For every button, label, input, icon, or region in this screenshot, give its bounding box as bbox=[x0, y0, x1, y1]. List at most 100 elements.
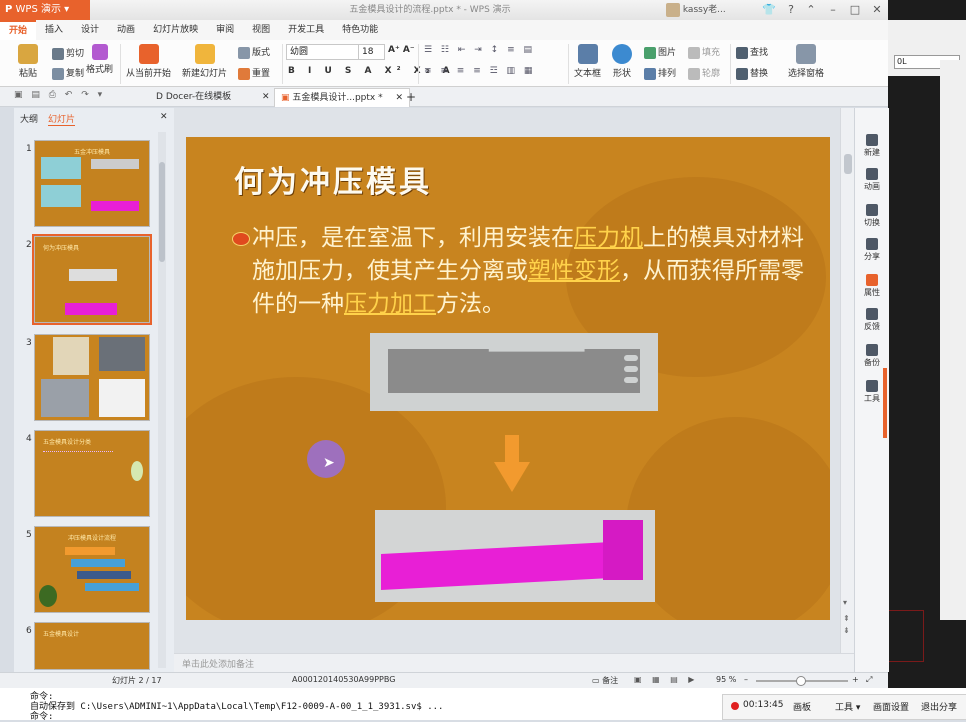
shape-button[interactable]: 形状 bbox=[612, 44, 632, 79]
fill-button[interactable]: 填充 bbox=[688, 45, 720, 59]
slide-thumbnail-5[interactable]: 冲压模具设计流程 bbox=[34, 526, 150, 613]
skin-icon[interactable]: 👕 bbox=[758, 0, 780, 20]
replace-button[interactable]: 替换 bbox=[736, 66, 768, 80]
list-buttons[interactable]: ☰ ☷ ⇤ ⇥ ↕ ≡ ▤ bbox=[424, 45, 535, 55]
zoom-out-button[interactable]: – bbox=[744, 675, 748, 684]
close-button[interactable]: ✕ bbox=[866, 0, 888, 20]
tools-button[interactable]: 工具 ▾ bbox=[835, 700, 860, 713]
animation-panel-button[interactable]: 动画 bbox=[855, 168, 889, 192]
tab-insert[interactable]: 插入 bbox=[36, 20, 72, 40]
down-arrow-icon bbox=[505, 435, 519, 463]
tab-animation[interactable]: 动画 bbox=[108, 20, 144, 40]
tab-review[interactable]: 审阅 bbox=[207, 20, 243, 40]
record-time: 00:13:45 bbox=[743, 700, 784, 710]
slide-thumbnail-4[interactable]: 五金模具设计分类 bbox=[34, 430, 150, 517]
layout-button[interactable]: 版式 bbox=[238, 45, 270, 59]
notes-placeholder: 单击此处添加备注 bbox=[182, 660, 255, 670]
slide-vertical-scrollbar[interactable]: ▾ ⇞ ⇟ bbox=[840, 108, 855, 653]
select-pane-icon bbox=[796, 44, 816, 64]
link-plastic-deformation[interactable]: 塑性变形 bbox=[528, 258, 620, 284]
transition-panel-button[interactable]: 切换 bbox=[855, 204, 889, 228]
share-panel-button[interactable]: 分享 bbox=[855, 238, 889, 262]
close-icon[interactable]: ✕ bbox=[262, 92, 270, 102]
transition-icon bbox=[866, 204, 878, 216]
link-press-working[interactable]: 压力加工 bbox=[344, 291, 436, 317]
tab-view[interactable]: 视图 bbox=[243, 20, 279, 40]
screen-settings-button[interactable]: 画面设置 bbox=[873, 700, 909, 713]
link-press-machine[interactable]: 压力机 bbox=[574, 225, 643, 251]
paste-button[interactable]: 粘贴 bbox=[18, 44, 38, 79]
view-mode-buttons[interactable]: ▣ ▦ ▤ ▶ bbox=[634, 675, 698, 684]
slide[interactable]: 何为冲压模具 冲压，是在室温下，利用安装在压力机上的模具对材料施加压力，使其产生… bbox=[186, 137, 830, 620]
slide-thumbnail-6[interactable]: 五金模具设计 bbox=[34, 622, 150, 670]
tab-developer[interactable]: 开发工具 bbox=[279, 20, 333, 40]
chevron-down-icon: ▾ bbox=[64, 4, 70, 15]
textbox-icon bbox=[577, 44, 598, 64]
user-account[interactable]: kassy老... bbox=[666, 2, 726, 18]
formed-part-flange bbox=[603, 520, 643, 580]
quick-access-toolbar[interactable]: ▣ ▤ ⎙ ↶ ↷ ▾ bbox=[14, 90, 105, 100]
document-title: 五金模具设计的流程.pptx * - WPS 演示 bbox=[349, 5, 511, 15]
slide-thumbnail-1[interactable]: 五金冲压模具 bbox=[34, 140, 150, 227]
tab-home[interactable]: 开始 bbox=[0, 20, 37, 42]
font-size-select[interactable]: 18 bbox=[358, 44, 385, 60]
ribbon-toggle-icon[interactable]: ⌃ bbox=[800, 0, 822, 20]
formed-part-image[interactable] bbox=[375, 510, 655, 602]
exit-share-button[interactable]: 退出分享 bbox=[921, 700, 957, 713]
properties-panel-button[interactable]: 属性 bbox=[855, 274, 889, 298]
fit-window-icon[interactable]: ⤢ bbox=[866, 675, 872, 685]
from-current-button[interactable]: 从当前开始 bbox=[126, 44, 171, 79]
command-line-2: 自动保存到 C:\Users\ADMINI~1\AppData\Local\Te… bbox=[30, 702, 444, 712]
font-name-select[interactable]: 幼圆 bbox=[286, 44, 359, 60]
flat-blank-image[interactable] bbox=[370, 333, 658, 411]
textbox-button[interactable]: 文本框 bbox=[574, 44, 601, 79]
panel-resize-handle[interactable] bbox=[883, 368, 887, 438]
picture-button[interactable]: 图片 bbox=[644, 45, 676, 59]
zoom-slider[interactable] bbox=[756, 676, 848, 686]
minimize-button[interactable]: – bbox=[822, 0, 844, 20]
find-button[interactable]: 查找 bbox=[736, 45, 768, 59]
tab-features[interactable]: 特色功能 bbox=[333, 20, 387, 40]
feedback-panel-button[interactable]: 反馈 bbox=[855, 308, 889, 332]
tab-docer-templates[interactable]: D Docer-在线模板 ✕ bbox=[150, 88, 276, 106]
outline-button[interactable]: 轮廓 bbox=[688, 66, 720, 80]
app-name: WPS 演示 bbox=[15, 4, 61, 15]
cut-button[interactable]: 剪切 bbox=[52, 46, 84, 60]
copy-button[interactable]: 复制 bbox=[52, 66, 84, 80]
tab-slides[interactable]: 幻灯片 bbox=[48, 112, 76, 126]
notes-toggle[interactable]: ▭ 备注 bbox=[592, 675, 618, 686]
new-slide-button[interactable]: 新建幻灯片 bbox=[182, 44, 227, 79]
thumbs-scrollbar[interactable] bbox=[158, 132, 166, 668]
wps-logo-icon: P bbox=[5, 4, 13, 15]
new-panel-button[interactable]: 新建 bbox=[855, 134, 889, 158]
slide-thumbnail-3[interactable] bbox=[34, 334, 150, 421]
document-tab-bar: ▣ ▤ ⎙ ↶ ↷ ▾ D Docer-在线模板 ✕ ▣ 五金模具设计...pp… bbox=[0, 87, 888, 107]
tab-design[interactable]: 设计 bbox=[72, 20, 108, 40]
align-buttons[interactable]: ≡ ≡ ≡ ≡ ☲ ▥ ▦ bbox=[424, 66, 535, 76]
close-icon[interactable]: ✕ bbox=[160, 112, 168, 122]
tab-slideshow[interactable]: 幻灯片放映 bbox=[144, 20, 207, 40]
replace-icon bbox=[736, 67, 748, 80]
slide-thumbnail-2[interactable]: 何为冲压模具 bbox=[32, 234, 152, 325]
arrange-icon bbox=[644, 67, 656, 80]
grow-font-icon[interactable]: A⁺ A⁻ bbox=[388, 45, 415, 55]
notes-area[interactable]: 单击此处添加备注 bbox=[174, 653, 854, 673]
feedback-icon bbox=[866, 308, 878, 320]
reset-button[interactable]: 重置 bbox=[238, 66, 270, 80]
slide-body-text[interactable]: 冲压，是在室温下，利用安装在压力机上的模具对材料施加压力，使其产生分离或塑性变形… bbox=[252, 222, 812, 321]
select-pane-button[interactable]: 选择窗格 bbox=[788, 44, 824, 79]
draw-board-button[interactable]: 画板 bbox=[793, 700, 811, 713]
maximize-button[interactable]: □ bbox=[844, 0, 866, 20]
new-slide-icon bbox=[194, 44, 215, 64]
tab-outline[interactable]: 大纲 bbox=[20, 112, 38, 125]
format-painter-button[interactable]: 格式刷 bbox=[86, 44, 113, 75]
help-icon[interactable]: ? bbox=[780, 0, 802, 20]
tab-current-document[interactable]: ▣ 五金模具设计...pptx * ✕ bbox=[274, 88, 411, 107]
zoom-in-button[interactable]: + bbox=[852, 675, 859, 684]
new-tab-button[interactable]: + bbox=[400, 88, 422, 106]
backup-panel-button[interactable]: 备份 bbox=[855, 344, 889, 368]
wps-menu-button[interactable]: P WPS 演示 ▾ bbox=[0, 0, 90, 20]
user-name: kassy老... bbox=[682, 5, 726, 15]
slide-title[interactable]: 何为冲压模具 bbox=[234, 157, 432, 201]
arrange-button[interactable]: 排列 bbox=[644, 66, 676, 80]
